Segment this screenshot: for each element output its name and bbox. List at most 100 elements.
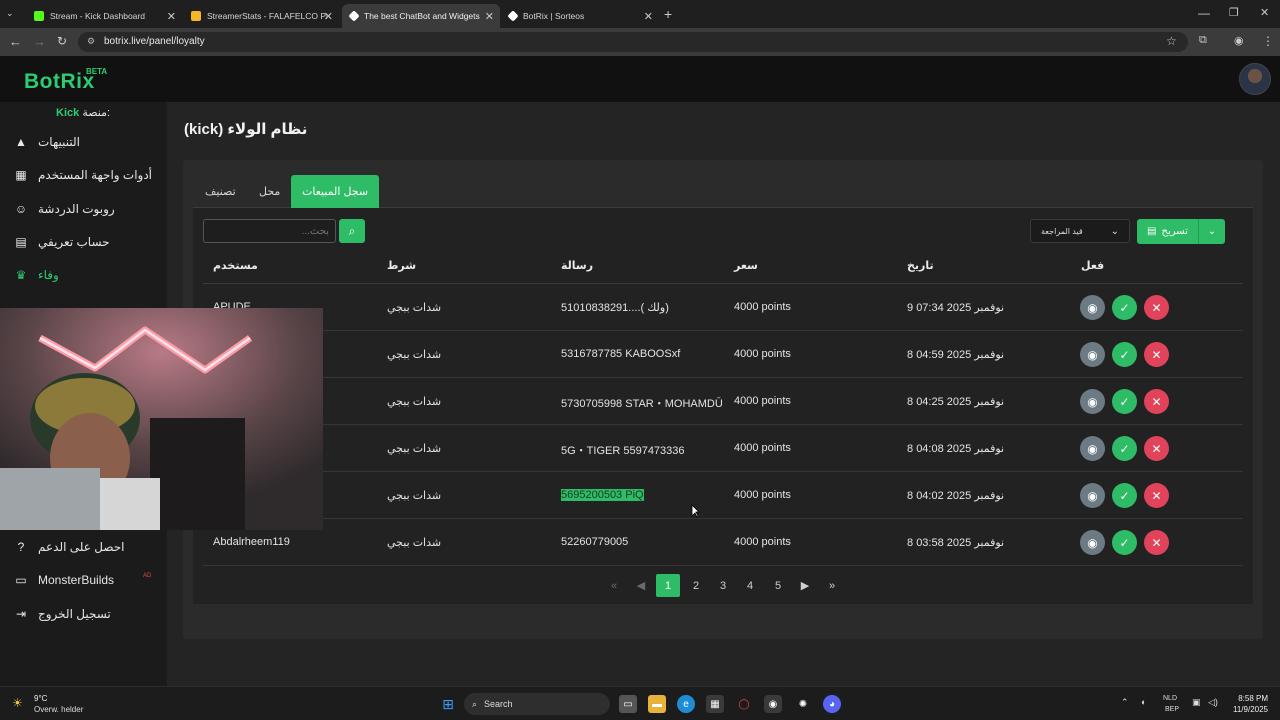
approve-button[interactable]: ✓: [1112, 436, 1137, 461]
taskbar-date[interactable]: 11/9/2025: [1222, 705, 1268, 714]
cell-message-selected[interactable]: 5695200503 PiQ: [561, 489, 644, 501]
page-title: نظام الولاء (kick): [184, 121, 308, 138]
tab-shop[interactable]: محل: [248, 175, 291, 208]
forward-icon[interactable]: →: [33, 34, 46, 49]
reject-button[interactable]: ✕: [1144, 483, 1169, 508]
sidebar-item-monsterbuilds[interactable]: ▭ MonsterBuilds: [12, 567, 162, 593]
close-icon[interactable]: ✕: [644, 10, 653, 23]
task-view-icon[interactable]: ▭: [619, 695, 637, 713]
browser-tab-kick[interactable]: Stream - Kick Dashboard ✕: [26, 4, 182, 28]
reject-button[interactable]: ✕: [1144, 389, 1169, 414]
weather-temp[interactable]: 9°C: [34, 694, 47, 703]
close-icon[interactable]: ✕: [485, 10, 494, 23]
reject-button[interactable]: ✕: [1144, 530, 1169, 555]
view-button[interactable]: ◉: [1080, 483, 1105, 508]
reject-button[interactable]: ✕: [1144, 436, 1169, 461]
export-button[interactable]: ▤ تسريح ⌄: [1137, 219, 1225, 244]
weather-desc[interactable]: Overw. helder: [34, 705, 83, 714]
file-explorer-icon[interactable]: ▬: [648, 695, 666, 713]
table-row: شدات ببجي 5730705998 STAR・MOHAMDŪ 4000 p…: [203, 378, 1243, 425]
tab-search-icon[interactable]: ⌄: [6, 8, 14, 19]
view-button[interactable]: ◉: [1080, 389, 1105, 414]
view-button[interactable]: ◉: [1080, 530, 1105, 555]
extensions-icon[interactable]: ⧉: [1199, 34, 1207, 47]
url-text[interactable]: botrix.live/panel/loyalty: [104, 36, 205, 47]
approve-button[interactable]: ✓: [1112, 342, 1137, 367]
profile-icon[interactable]: ◉: [1234, 34, 1244, 47]
status-filter-select[interactable]: قيد المراجعة ⌄: [1030, 219, 1130, 243]
sidebar-item-alerts[interactable]: ▲ التنبيهات: [12, 129, 162, 155]
sidebar-item-profile[interactable]: ▤ حساب تعريفي: [12, 229, 162, 255]
sidebar-item-label: وفاء: [38, 268, 59, 282]
sidebar-item-loyalty[interactable]: ♛ وفاء: [12, 262, 162, 288]
bookmark-star-icon[interactable]: ☆: [1166, 34, 1177, 48]
first-page-icon[interactable]: «: [602, 574, 626, 597]
new-tab-icon[interactable]: +: [664, 6, 672, 22]
close-icon[interactable]: ✕: [324, 10, 333, 23]
last-page-icon[interactable]: »: [820, 574, 844, 597]
page-button[interactable]: 4: [738, 574, 762, 597]
page-button[interactable]: 2: [684, 574, 708, 597]
reload-icon[interactable]: ↻: [57, 34, 67, 48]
window-close-icon[interactable]: ✕: [1260, 6, 1269, 19]
next-page-icon[interactable]: ▶: [793, 574, 817, 597]
ad-badge: AD: [143, 573, 152, 579]
minimize-icon[interactable]: —: [1198, 6, 1210, 20]
windows-start-icon[interactable]: ⊞: [439, 695, 457, 713]
edge-icon[interactable]: e: [677, 695, 695, 713]
taskbar-clock[interactable]: 8:58 PM: [1230, 694, 1268, 703]
keyboard-layout[interactable]: BEP: [1165, 706, 1179, 713]
botrix-logo[interactable]: BotRix: [24, 70, 95, 94]
back-icon[interactable]: ←: [9, 34, 22, 49]
approve-button[interactable]: ✓: [1112, 389, 1137, 414]
kick-favicon-icon: [34, 11, 44, 21]
view-button[interactable]: ◉: [1080, 295, 1105, 320]
close-icon[interactable]: ✕: [167, 10, 176, 23]
approve-button[interactable]: ✓: [1112, 483, 1137, 508]
column-header-action: فعل: [1081, 260, 1105, 272]
menu-kebab-icon[interactable]: ⋮: [1262, 34, 1274, 48]
browser-tab-sorteos[interactable]: BotRix | Sorteos ✕: [501, 4, 659, 28]
sidebar-item-logout[interactable]: ⇥ تسجيل الخروج: [12, 601, 162, 627]
approve-button[interactable]: ✓: [1112, 295, 1137, 320]
page-button[interactable]: 5: [766, 574, 790, 597]
sidebar-item-chatbot[interactable]: ☺ روبوت الدردشة: [12, 196, 162, 222]
laptop-icon: ▭: [15, 573, 27, 587]
tray-app-icon[interactable]: ◐: [1141, 697, 1146, 707]
app-icon[interactable]: ✺: [794, 695, 812, 713]
tray-chevron-icon[interactable]: ⌃: [1121, 697, 1129, 708]
page-button[interactable]: 3: [711, 574, 735, 597]
tab-sales-log[interactable]: سجل المبيعات: [291, 175, 380, 208]
reject-button[interactable]: ✕: [1144, 295, 1169, 320]
view-button[interactable]: ◉: [1080, 342, 1105, 367]
network-icon[interactable]: ▣: [1192, 697, 1201, 708]
site-info-icon[interactable]: ⚙: [87, 36, 95, 47]
reject-button[interactable]: ✕: [1144, 342, 1169, 367]
logout-icon: ⇥: [15, 607, 27, 621]
app-topbar: [0, 56, 1280, 102]
search-input[interactable]: [203, 219, 336, 243]
store-icon[interactable]: ▦: [706, 695, 724, 713]
prev-page-icon[interactable]: ◀: [629, 574, 653, 597]
check-icon: ✓: [1119, 441, 1130, 456]
chrome-icon[interactable]: ◉: [764, 695, 782, 713]
avatar[interactable]: [1239, 63, 1271, 95]
taskbar-search[interactable]: ⌕ Search: [464, 693, 610, 715]
chevron-down-icon[interactable]: ⌄: [1199, 226, 1225, 237]
address-bar[interactable]: [78, 32, 1188, 52]
browser-tab-streamerstats[interactable]: StreamerStats - FALAFELCO Pro ✕: [183, 4, 339, 28]
discord-icon[interactable]: ◕: [823, 695, 841, 713]
restore-icon[interactable]: ❐: [1229, 6, 1239, 19]
tab-ranking[interactable]: تصنيف: [194, 175, 247, 208]
search-button[interactable]: ⌕: [339, 219, 365, 243]
page-button-current[interactable]: 1: [656, 574, 680, 597]
sidebar-item-widgets[interactable]: ▦ أدوات واجهة المستخدم: [12, 162, 162, 188]
sidebar-item-support[interactable]: ? احصل على الدعم: [12, 534, 162, 560]
input-language[interactable]: NLD: [1163, 695, 1177, 702]
volume-icon[interactable]: ◁): [1208, 697, 1218, 708]
approve-button[interactable]: ✓: [1112, 530, 1137, 555]
browser-tab-botrix-active[interactable]: The best ChatBot and Widgets ✕: [342, 4, 500, 28]
opera-icon[interactable]: ◯: [735, 695, 753, 713]
view-button[interactable]: ◉: [1080, 436, 1105, 461]
tab-title: Stream - Kick Dashboard: [50, 11, 145, 21]
